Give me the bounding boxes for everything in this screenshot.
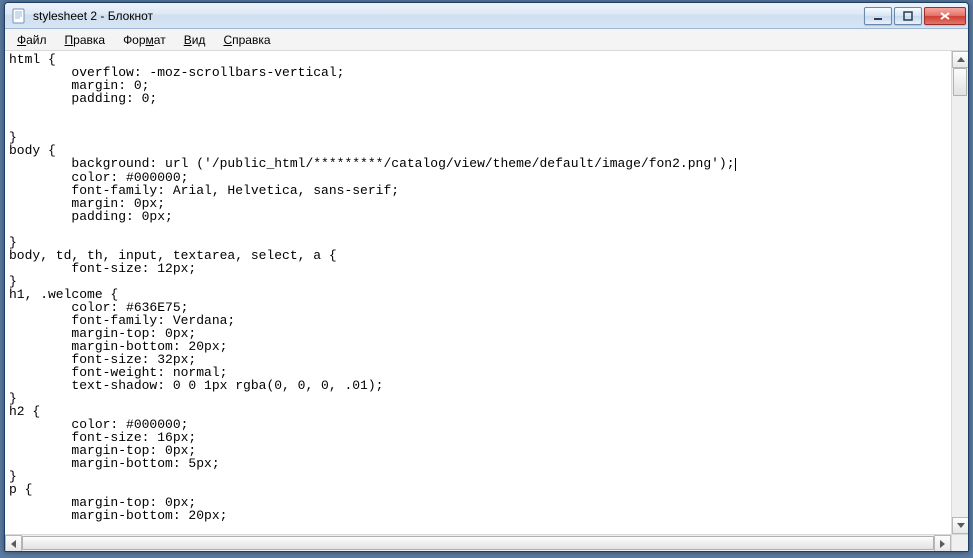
menu-format[interactable]: Формат: [115, 31, 174, 49]
window-controls: [862, 7, 966, 25]
vertical-scrollbar[interactable]: [951, 51, 968, 534]
title-bar[interactable]: stylesheet 2 - Блокнот: [5, 3, 968, 29]
scroll-right-button[interactable]: [934, 535, 951, 551]
notepad-icon: [11, 8, 27, 24]
editor-wrap: html { overflow: -moz-scrollbars-vertica…: [5, 51, 968, 551]
window-title: stylesheet 2 - Блокнот: [33, 9, 153, 23]
notepad-window: stylesheet 2 - Блокнот Файл Правка Форма…: [4, 2, 969, 552]
client-area: html { overflow: -moz-scrollbars-vertica…: [5, 51, 968, 551]
menu-file[interactable]: Файл: [9, 31, 55, 49]
menu-help[interactable]: Справка: [215, 31, 278, 49]
menu-edit[interactable]: Правка: [57, 31, 114, 49]
maximize-button[interactable]: [894, 7, 922, 25]
horizontal-scrollbar[interactable]: [5, 534, 951, 551]
scroll-up-button[interactable]: [952, 51, 968, 68]
minimize-button[interactable]: [864, 7, 892, 25]
horizontal-scroll-track[interactable]: [22, 535, 934, 551]
scrollbar-corner: [951, 534, 968, 551]
menu-view[interactable]: Вид: [176, 31, 214, 49]
editor-content[interactable]: html { overflow: -moz-scrollbars-vertica…: [5, 51, 951, 524]
vertical-scroll-thumb[interactable]: [953, 68, 967, 96]
close-button[interactable]: [924, 7, 966, 25]
scroll-down-button[interactable]: [952, 517, 968, 534]
menu-bar: Файл Правка Формат Вид Справка: [5, 29, 968, 51]
scroll-left-button[interactable]: [5, 535, 22, 551]
vertical-scroll-track[interactable]: [952, 68, 968, 517]
horizontal-scroll-thumb[interactable]: [22, 536, 934, 550]
text-editor[interactable]: html { overflow: -moz-scrollbars-vertica…: [5, 51, 951, 534]
